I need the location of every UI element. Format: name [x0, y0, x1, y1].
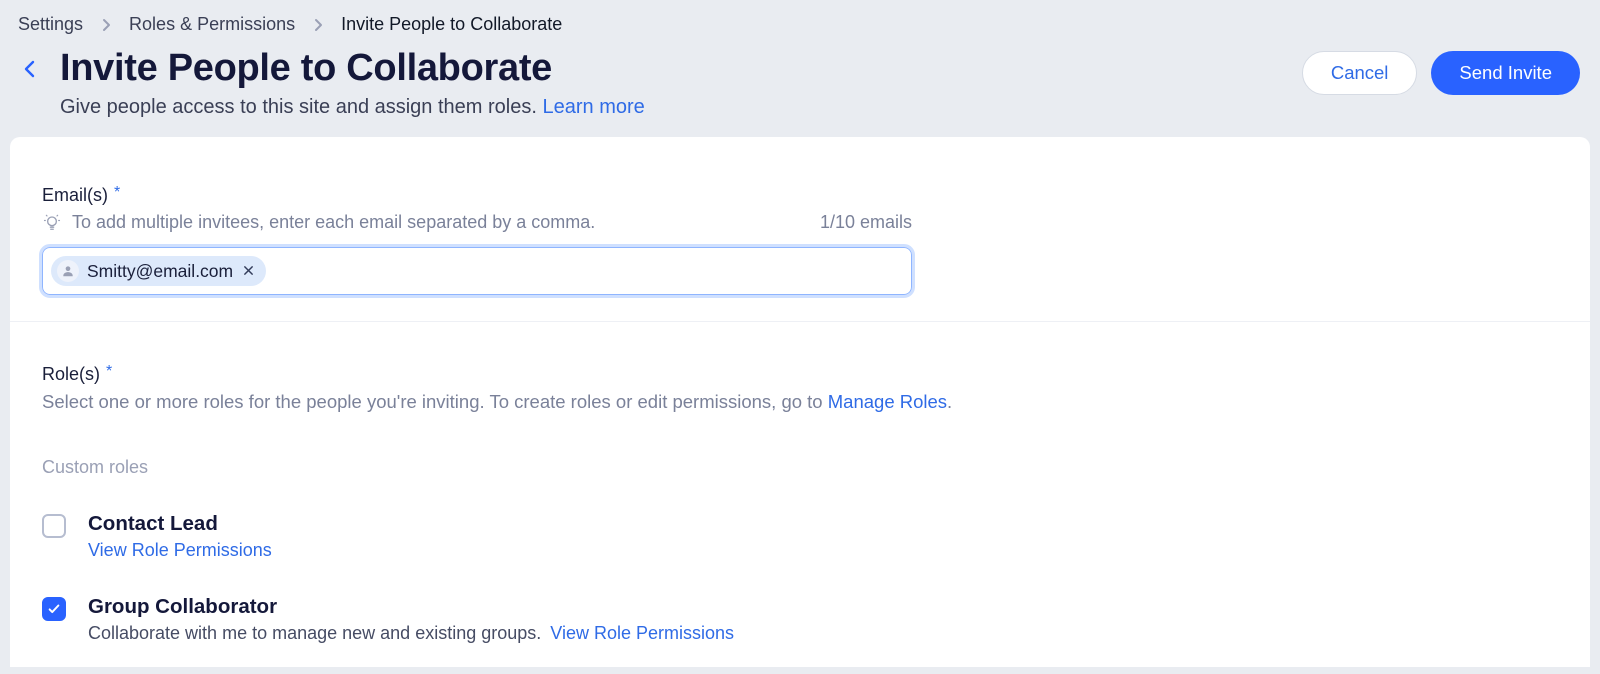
role-item-group-collaborator: Group Collaborator Collaborate with me t… [42, 595, 1558, 644]
cancel-button[interactable]: Cancel [1302, 51, 1418, 95]
back-button[interactable] [18, 57, 42, 81]
view-role-permissions-link[interactable]: View Role Permissions [550, 623, 734, 643]
required-star-icon: * [114, 184, 120, 202]
page-subtitle-text: Give people access to this site and assi… [60, 96, 542, 118]
roles-section: Role(s) * Select one or more roles for t… [42, 322, 1558, 644]
view-role-permissions-link[interactable]: View Role Permissions [88, 540, 272, 561]
learn-more-link[interactable]: Learn more [542, 96, 644, 118]
role-title: Contact Lead [88, 512, 272, 536]
emails-section: Email(s) * To add multiple invitees, ent… [42, 185, 1558, 295]
emails-input[interactable]: Smitty@email.com [42, 247, 912, 295]
emails-label-text: Email(s) [42, 185, 108, 206]
email-chip: Smitty@email.com [51, 256, 266, 286]
emails-text-input[interactable] [272, 261, 903, 281]
emails-label: Email(s) * [42, 185, 1558, 206]
chevron-right-icon [101, 18, 111, 32]
roles-description: Select one or more roles for the people … [42, 389, 1558, 415]
role-title: Group Collaborator [88, 595, 734, 619]
page-subtitle: Give people access to this site and assi… [60, 96, 645, 119]
roles-desc-text: Select one or more roles for the people … [42, 391, 828, 412]
breadcrumb: Settings Roles & Permissions Invite Peop… [0, 0, 1600, 45]
emails-count: 1/10 emails [820, 212, 912, 233]
roles-label-text: Role(s) [42, 364, 100, 385]
role-desc-text: Collaborate with me to manage new and ex… [88, 623, 541, 643]
send-invite-button[interactable]: Send Invite [1431, 51, 1580, 95]
avatar-icon [57, 260, 79, 282]
remove-chip-button[interactable] [241, 263, 256, 280]
breadcrumb-settings[interactable]: Settings [18, 14, 83, 35]
manage-roles-link[interactable]: Manage Roles [828, 391, 947, 412]
page-title: Invite People to Collaborate [60, 47, 645, 90]
chevron-right-icon [313, 18, 323, 32]
roles-label: Role(s) * [42, 364, 1558, 385]
role-checkbox-contact-lead[interactable] [42, 514, 66, 538]
main-card: Email(s) * To add multiple invitees, ent… [10, 137, 1590, 667]
emails-hint: To add multiple invitees, enter each ema… [72, 212, 595, 233]
lightbulb-icon [42, 213, 62, 233]
roles-desc-period: . [947, 391, 952, 412]
custom-roles-heading: Custom roles [42, 457, 1558, 478]
role-checkbox-group-collaborator[interactable] [42, 597, 66, 621]
required-star-icon: * [106, 363, 112, 381]
role-description: Collaborate with me to manage new and ex… [88, 623, 734, 644]
breadcrumb-current: Invite People to Collaborate [341, 14, 562, 35]
page-header: Invite People to Collaborate Give people… [0, 45, 1600, 137]
breadcrumb-roles-permissions[interactable]: Roles & Permissions [129, 14, 295, 35]
email-chip-text: Smitty@email.com [87, 261, 233, 282]
role-item-contact-lead: Contact Lead View Role Permissions [42, 512, 1558, 561]
